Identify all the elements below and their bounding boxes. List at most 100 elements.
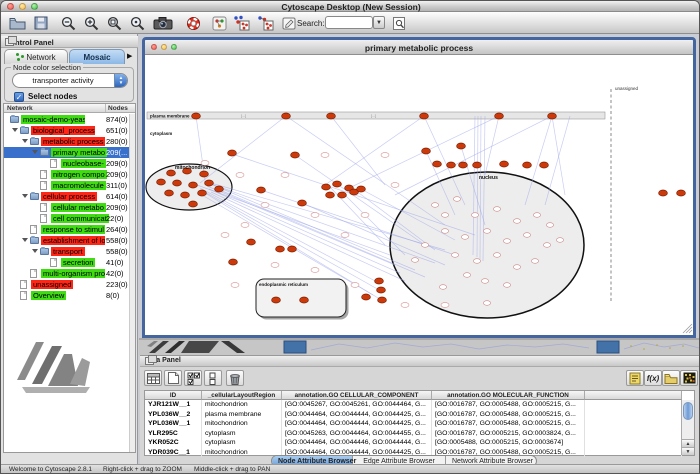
nucleus-node[interactable]: [493, 207, 500, 212]
network-view-titlebar[interactable]: primary metabolic process: [145, 40, 693, 55]
open-file-button[interactable]: [7, 14, 27, 32]
column-header[interactable]: [585, 391, 682, 400]
tree-row[interactable]: unassigned223(0): [4, 279, 135, 290]
network-node[interactable]: [288, 246, 297, 252]
network-node[interactable]: [433, 161, 442, 167]
nucleus-node[interactable]: [523, 233, 530, 238]
network-node[interactable]: [327, 113, 336, 119]
network-edge[interactable]: [286, 116, 445, 225]
network-node-small[interactable]: [281, 173, 289, 178]
network-node[interactable]: [378, 297, 387, 303]
table-cell[interactable]: [GO:0005488, GO:0005215, GO:0003674]: [432, 438, 585, 448]
tree-row-label[interactable]: cell communicat: [51, 214, 109, 223]
table-cell[interactable]: [GO:0016787, GO:0005488, GO:0005215, G..…: [432, 410, 585, 420]
network-node[interactable]: [228, 150, 237, 156]
table-cell[interactable]: plasma membrane: [202, 410, 282, 420]
network-node[interactable]: [298, 200, 307, 206]
tree-row-label[interactable]: metabolic process: [41, 137, 105, 146]
network-node[interactable]: [276, 246, 285, 252]
search-input[interactable]: [325, 16, 373, 29]
network-edge[interactable]: [545, 116, 570, 205]
network-node[interactable]: [247, 239, 256, 245]
table-scrollbar-thumb[interactable]: [683, 402, 693, 420]
tree-row-label[interactable]: mosaic-demo-yeast: [21, 115, 85, 124]
tree-row[interactable]: nucleobase-209(0): [4, 158, 135, 169]
nucleus-node[interactable]: [503, 239, 510, 244]
network-node[interactable]: [189, 182, 198, 188]
network-node-small[interactable]: [311, 268, 319, 273]
network-node[interactable]: [333, 181, 342, 187]
tree-row-label[interactable]: establishment of lo: [41, 236, 105, 245]
tree-row[interactable]: cell communicat22(0): [4, 213, 135, 224]
table-cell[interactable]: mitochondrion: [202, 419, 282, 429]
nucleus-node[interactable]: [493, 253, 500, 258]
table-cell[interactable]: [GO:0016787, GO:0005488, GO:0005215, G..…: [432, 419, 585, 429]
help-lifesaver-button[interactable]: [183, 14, 203, 32]
network-node-small[interactable]: [391, 183, 399, 188]
snapshot-camera-button[interactable]: [151, 14, 175, 32]
column-header[interactable]: annotation.GO MOLECULAR_FUNCTION: [432, 391, 585, 400]
tree-row[interactable]: transport558(0): [4, 246, 135, 257]
tree-row-label[interactable]: multi-organism pro: [41, 269, 105, 278]
tree-row-label[interactable]: macromolecule: [51, 181, 106, 190]
nucleus-node[interactable]: [503, 283, 510, 288]
table-cell[interactable]: [GO:0044464, GO:0044444, GO:0044425, G..…: [282, 419, 432, 429]
network-node-small[interactable]: [241, 223, 249, 228]
tree-row[interactable]: cellular metabo209(0): [4, 202, 135, 213]
network-node[interactable]: [326, 192, 335, 198]
node-color-dropdown[interactable]: transporter activity ▲▼: [12, 73, 128, 88]
network-node[interactable]: [215, 186, 224, 192]
table-row[interactable]: YLR295Ccytoplasm[GO:0045263, GO:0044464,…: [145, 429, 683, 439]
network-node[interactable]: [257, 187, 266, 193]
table-cell[interactable]: mitochondrion: [202, 448, 282, 458]
expander-icon[interactable]: [12, 128, 18, 132]
new-network-from-selected-nodes-button[interactable]: [231, 14, 251, 32]
network-node[interactable]: [300, 297, 309, 303]
annotation-button[interactable]: [279, 14, 299, 32]
delete-attribute-button[interactable]: [226, 370, 244, 386]
network-edge[interactable]: [485, 116, 499, 175]
nucleus-node[interactable]: [441, 229, 448, 234]
network-node[interactable]: [205, 180, 214, 186]
network-node[interactable]: [291, 152, 300, 158]
table-cell[interactable]: [585, 448, 682, 458]
nucleus-node[interactable]: [463, 273, 470, 278]
scroll-up-button[interactable]: ▲: [682, 439, 694, 447]
nucleus-node[interactable]: [411, 258, 418, 263]
network-node[interactable]: [198, 190, 207, 196]
network-node-small[interactable]: [261, 203, 269, 208]
network-node[interactable]: [548, 113, 557, 119]
network-node[interactable]: [447, 162, 456, 168]
network-node-small[interactable]: [351, 283, 359, 288]
tree-row-label[interactable]: biological_process: [31, 126, 95, 135]
attribute-matrix-button[interactable]: [680, 370, 698, 386]
expander-icon[interactable]: [22, 139, 28, 143]
table-cell[interactable]: [585, 400, 682, 410]
zoom-fit-button[interactable]: [127, 14, 147, 32]
network-node[interactable]: [229, 259, 238, 265]
network-node[interactable]: [200, 171, 209, 177]
network-node-small[interactable]: [401, 303, 409, 308]
select-nodes-checkbox[interactable]: ✓: [14, 92, 24, 102]
table-cell[interactable]: cytoplasm: [202, 429, 282, 439]
network-node[interactable]: [357, 186, 366, 192]
import-attributes-button[interactable]: [662, 370, 680, 386]
table-cell[interactable]: [585, 410, 682, 420]
new-network-from-selected-edges-button[interactable]: [255, 14, 275, 32]
table-cell[interactable]: cytoplasm: [202, 438, 282, 448]
network-node[interactable]: [181, 192, 190, 198]
network-node[interactable]: [338, 192, 347, 198]
tree-row[interactable]: metabolic process280(0): [4, 136, 135, 147]
tree-row[interactable]: macromolecule311(0): [4, 180, 135, 191]
table-scrollbar[interactable]: ▲ ▼: [681, 400, 694, 455]
table-cell[interactable]: [GO:0045267, GO:0045261, GO:0044464, G..…: [282, 400, 432, 410]
tree-row[interactable]: mosaic-demo-yeast874(0): [4, 114, 135, 125]
network-node[interactable]: [192, 113, 201, 119]
network-node[interactable]: [495, 113, 504, 119]
table-cell[interactable]: [GO:0045263, GO:0044464, GO:0044455, G..…: [282, 429, 432, 439]
network-node[interactable]: [173, 180, 182, 186]
network-node[interactable]: [459, 162, 468, 168]
nucleus-node[interactable]: [531, 259, 538, 264]
float-data-panel-icon[interactable]: [145, 357, 154, 365]
network-node-small[interactable]: [236, 173, 244, 178]
